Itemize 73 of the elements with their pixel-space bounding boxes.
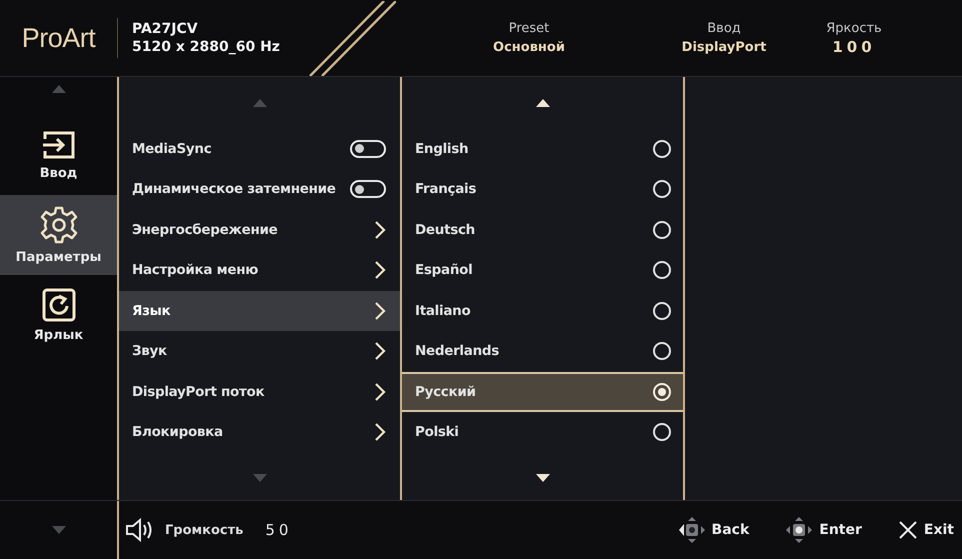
- menu-item[interactable]: Звук: [119, 331, 400, 372]
- status-label: Ввод: [707, 20, 741, 38]
- status-value: 100: [832, 38, 876, 57]
- language-label: Русский: [415, 384, 476, 400]
- refresh-box-icon: [42, 288, 76, 322]
- chevron-right-icon: [374, 341, 386, 362]
- joystick-press-icon: [785, 516, 814, 544]
- chevron-right-icon: [374, 220, 386, 240]
- menu-item[interactable]: Настройка меню: [119, 250, 400, 290]
- menu-item-label: Настройка меню: [132, 262, 258, 278]
- action-label: Enter: [819, 522, 862, 538]
- radio-button[interactable]: [653, 302, 671, 320]
- toggle-switch[interactable]: [350, 180, 386, 198]
- status-value: DisplayPort: [682, 39, 766, 57]
- sidebar-tab[interactable]: Ярлык: [0, 275, 117, 355]
- radio-button[interactable]: [653, 261, 671, 280]
- menu-item-label: Блокировка: [132, 424, 223, 440]
- brand-logo: ProArt: [22, 22, 96, 54]
- language-option[interactable]: Español: [402, 250, 683, 290]
- sidebar-tab[interactable]: Параметры: [0, 195, 117, 275]
- close-icon: [898, 520, 918, 540]
- settings-icon: [40, 206, 78, 244]
- language-label: Español: [415, 262, 472, 278]
- menu-item-label: Язык: [132, 302, 170, 319]
- radio-button[interactable]: [653, 342, 671, 360]
- language-option[interactable]: Polski: [402, 412, 683, 452]
- language-option[interactable]: Français: [402, 169, 683, 210]
- radio-button[interactable]: [653, 180, 671, 198]
- volume-label: Громкость: [165, 522, 244, 538]
- menu-item-label: Динамическое затемнение: [132, 181, 336, 198]
- status-value: Основной: [493, 39, 565, 57]
- volume-value: 50: [265, 521, 292, 539]
- menu-item[interactable]: Блокировка: [119, 412, 400, 452]
- enter-arrow-icon: [40, 130, 76, 160]
- scroll-up-icon[interactable]: [536, 99, 550, 107]
- action-label: Back: [712, 522, 750, 538]
- menu-item-label: DisplayPort поток: [132, 384, 264, 400]
- status-label: Preset: [508, 20, 550, 38]
- scroll-down-icon[interactable]: [536, 474, 550, 482]
- language-option[interactable]: Русский: [402, 372, 683, 412]
- sidebar-tab[interactable]: Ввод: [0, 115, 117, 195]
- resolution-text: 5120 x 2880_60 Hz: [132, 38, 281, 56]
- model-name: PA27JCV: [132, 20, 199, 38]
- language-option[interactable]: Deutsch: [402, 210, 683, 250]
- language-label: Italiano: [415, 302, 470, 319]
- menu-item[interactable]: Энергосбережение: [119, 210, 400, 250]
- menu-item[interactable]: Динамическое затемнение: [119, 169, 400, 210]
- radio-button[interactable]: [653, 423, 671, 442]
- language-option[interactable]: Italiano: [402, 290, 683, 331]
- language-option[interactable]: English: [402, 128, 683, 169]
- language-label: English: [415, 140, 468, 157]
- toggle-switch[interactable]: [350, 140, 386, 158]
- menu-item-label: Энергосбережение: [132, 222, 278, 238]
- language-label: Polski: [415, 424, 459, 440]
- menu-item[interactable]: Язык: [119, 290, 400, 331]
- radio-button[interactable]: [653, 382, 671, 401]
- radio-button[interactable]: [653, 220, 671, 239]
- status-label: Яркость: [826, 20, 882, 38]
- language-label: Deutsch: [415, 222, 475, 238]
- joystick-left-icon: [678, 516, 706, 544]
- chevron-right-icon: [374, 382, 386, 402]
- action-label: Exit: [924, 522, 954, 538]
- chevron-right-icon: [374, 422, 386, 442]
- language-label: Français: [415, 181, 476, 198]
- menu-item[interactable]: MediaSync: [119, 128, 400, 169]
- chevron-right-icon: [374, 300, 386, 321]
- language-label: Nederlands: [415, 343, 499, 360]
- menu-item[interactable]: DisplayPort поток: [119, 372, 400, 412]
- menu-item-label: MediaSync: [132, 140, 212, 157]
- language-option[interactable]: Nederlands: [402, 331, 683, 372]
- radio-button[interactable]: [653, 140, 671, 158]
- menu-item-label: Звук: [132, 343, 167, 360]
- chevron-right-icon: [374, 260, 386, 280]
